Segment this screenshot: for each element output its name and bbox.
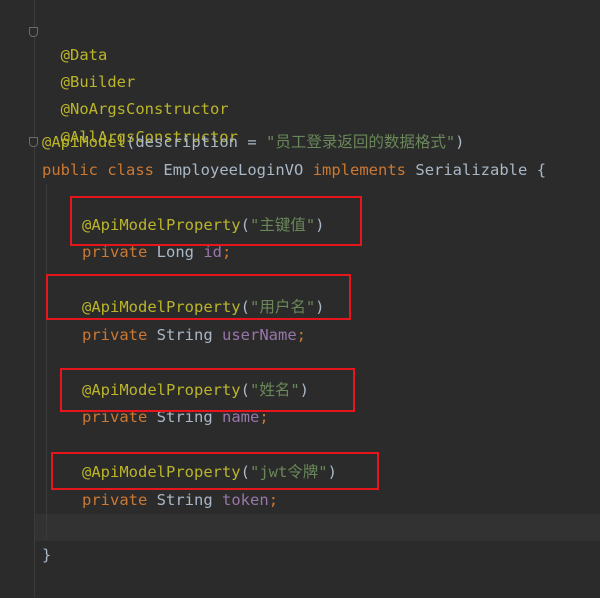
keyword-class: class [107,161,155,179]
semicolon: ; [268,491,279,509]
type-name: String [156,491,213,509]
brace-open: { [536,161,547,179]
field-name: userName [222,326,297,344]
highlight-box [60,368,355,412]
code-line-allargs-annotation[interactable]: @AllArgsConstructor [42,104,238,146]
code-line-apimodel-annotation[interactable]: @ApiModel(description = "员工登录返回的数据格式") [42,131,465,153]
paren: ) [455,133,465,151]
current-line-highlight [35,514,600,541]
code-line-data-annotation[interactable]: @Data [42,22,108,64]
keyword-public: public [42,161,98,179]
code-line-field-declaration[interactable]: private String userName; [82,324,306,346]
highlight-box [70,196,362,246]
annotation-param: (description = [126,133,266,151]
keyword-implements: implements [312,161,407,179]
code-line-noargs-annotation[interactable]: @NoArgsConstructor [42,76,229,118]
type-name: String [156,326,213,344]
indent-guide [46,184,47,540]
code-line-field-declaration[interactable]: private String token; [82,489,278,511]
annotation-token: @ApiModel [42,133,126,151]
class-name: EmployeeLoginVO [163,161,304,179]
interface-name: Serializable [415,161,528,179]
brace-close: } [42,546,52,564]
editor-gutter [0,0,35,598]
code-line-builder-annotation[interactable]: @Builder [42,49,136,91]
field-name: token [222,491,269,509]
keyword-private: private [82,326,148,344]
keyword-private: private [82,491,148,509]
code-line-closing-brace[interactable]: } [42,544,51,566]
fold-toggle-icon[interactable] [29,137,38,147]
string-literal: "员工登录返回的数据格式" [265,133,456,151]
highlight-box [51,452,379,490]
code-line-class-declaration[interactable]: public class EmployeeLoginVO implements … [42,159,546,181]
fold-toggle-icon[interactable] [29,27,38,37]
semicolon: ; [296,326,307,344]
highlight-box [46,274,351,320]
